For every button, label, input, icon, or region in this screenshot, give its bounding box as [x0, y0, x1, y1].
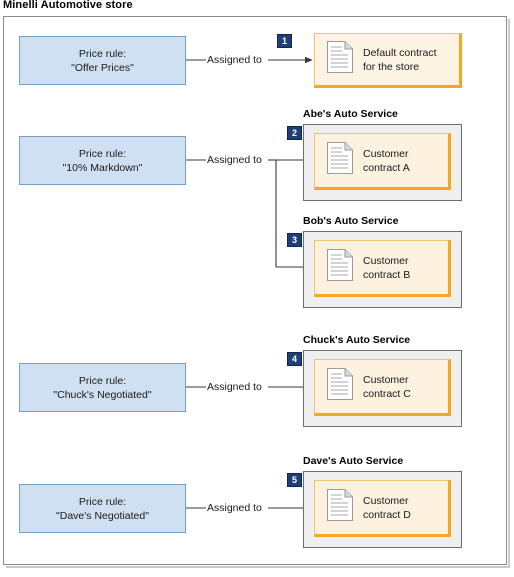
contract-label-default: Default contract for the store [363, 46, 437, 74]
diagram-canvas: Minelli Automotive store Price rule: "Of… [0, 0, 514, 577]
contract-label-d: Customer contract D [363, 494, 411, 522]
step-badge-5: 5 [287, 473, 302, 487]
connector-label-4: Assigned to [207, 502, 262, 514]
price-rule-box-offer-prices[interactable]: Price rule: "Offer Prices" [19, 36, 186, 85]
contract-card-c[interactable]: Customer contract C [314, 359, 451, 416]
contract-line1: Customer [363, 494, 409, 507]
document-icon [326, 248, 354, 287]
org-title-dave: Dave's Auto Service [303, 455, 404, 467]
org-title-abe: Abe's Auto Service [303, 108, 398, 120]
document-icon [326, 141, 354, 180]
contract-label-c: Customer contract C [363, 373, 411, 401]
price-rule-line1: Price rule: [78, 147, 127, 160]
contract-card-d[interactable]: Customer contract D [314, 480, 451, 537]
frame-shadow-right [508, 19, 510, 568]
document-icon [326, 40, 354, 79]
step-badge-1: 1 [277, 34, 292, 48]
price-rule-line1: Price rule: [78, 495, 127, 508]
contract-line2: contract B [363, 268, 411, 281]
contract-line1: Customer [363, 373, 409, 386]
contract-line1: Default contract [363, 46, 437, 59]
price-rule-line1: Price rule: [78, 47, 127, 60]
connector-label-3: Assigned to [207, 381, 262, 393]
contract-label-b: Customer contract B [363, 254, 410, 282]
connector-label-2: Assigned to [207, 154, 262, 166]
contract-card-default[interactable]: Default contract for the store [314, 33, 462, 88]
org-title-bob: Bob's Auto Service [303, 215, 399, 227]
contract-card-b[interactable]: Customer contract B [314, 240, 451, 297]
contract-label-a: Customer contract A [363, 147, 410, 175]
step-badge-3: 3 [287, 233, 302, 247]
price-rule-line2: "Dave's Negotiated" [56, 509, 149, 522]
page-title: Minelli Automotive store [3, 0, 133, 11]
document-icon [326, 488, 354, 527]
price-rule-line2: "Chuck's Negotiated" [53, 388, 152, 401]
price-rule-line1: Price rule: [78, 374, 127, 387]
contract-line1: Customer [363, 254, 409, 267]
contract-line1: Customer [363, 147, 409, 160]
contract-line2: contract A [363, 161, 410, 174]
contract-line2: contract C [363, 387, 411, 400]
connector-label-1: Assigned to [207, 54, 262, 66]
price-rule-box-dave[interactable]: Price rule: "Dave's Negotiated" [19, 484, 186, 533]
org-title-chuck: Chuck's Auto Service [303, 334, 411, 346]
price-rule-line2: "10% Markdown" [62, 161, 143, 174]
price-rule-box-markdown[interactable]: Price rule: "10% Markdown" [19, 136, 186, 185]
frame-shadow-bottom [6, 566, 510, 568]
step-badge-4: 4 [287, 352, 302, 366]
contract-line2: contract D [363, 508, 411, 521]
step-badge-2: 2 [287, 126, 302, 140]
contract-line2: for the store [363, 60, 420, 73]
document-icon [326, 367, 354, 406]
price-rule-box-chuck[interactable]: Price rule: "Chuck's Negotiated" [19, 363, 186, 412]
price-rule-line2: "Offer Prices" [71, 61, 134, 74]
contract-card-a[interactable]: Customer contract A [314, 133, 451, 190]
